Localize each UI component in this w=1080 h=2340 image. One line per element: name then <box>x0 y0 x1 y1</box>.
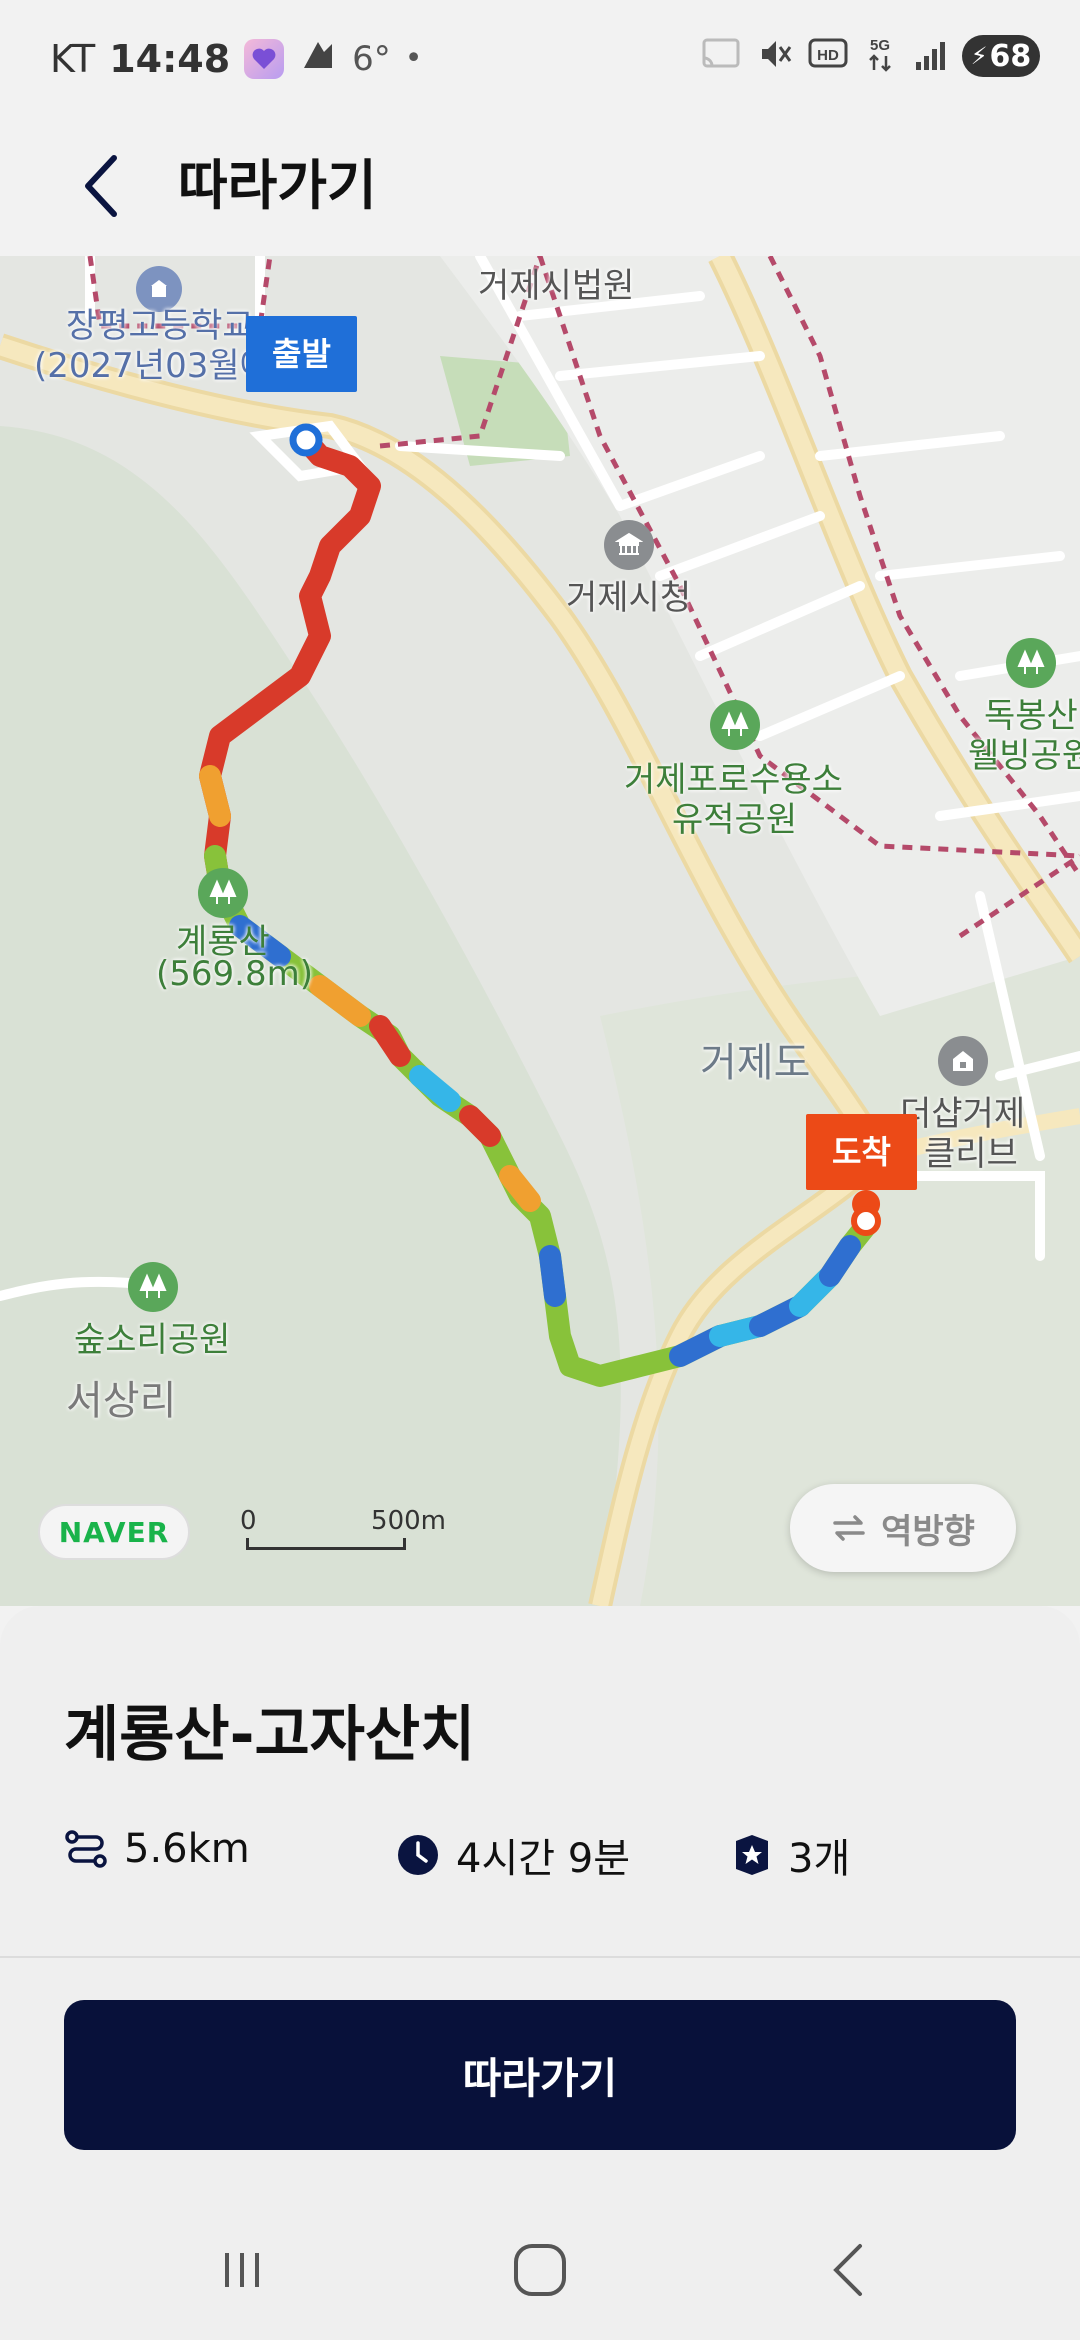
distance-value: 5.6km <box>124 1826 250 1872</box>
route-map[interactable]: 거제시법원 장평고등학교 (2027년03월예 거제시청 거제포로수용소 유적공… <box>0 256 1080 1606</box>
map-label-dokbong-sub: 웰빙공원 <box>968 736 1080 776</box>
mute-icon <box>756 35 794 77</box>
route-icon <box>65 1830 107 1868</box>
cast-icon <box>700 36 742 76</box>
back-button[interactable] <box>60 146 140 226</box>
map-label-hotel-sub: 클리브 <box>924 1134 1018 1174</box>
park-icon <box>710 700 760 750</box>
distance-stat: 5.6km <box>64 1826 250 1872</box>
map-label-city-hall: 거제시청 <box>566 578 692 618</box>
carrier-label: KT <box>50 36 96 81</box>
duration-value: 4시간 9분 <box>456 1836 631 1882</box>
map-label-school-sub: (2027년03월예 <box>34 346 271 386</box>
page-title: 따라가기 <box>178 154 377 217</box>
status-bar: KT 14:48 6° • HD 5G ⚡ 68 <box>0 0 1080 116</box>
chevron-left-icon <box>833 2244 862 2296</box>
building-icon <box>938 1036 988 1086</box>
badge-star-icon <box>736 1835 768 1875</box>
map-label-island: 거제도 <box>700 1040 811 1086</box>
course-stats: 5.6km 4시간 9분 3개 <box>64 1826 1024 1886</box>
app-bar: 따라가기 <box>0 116 1080 256</box>
home-icon <box>514 2244 566 2296</box>
recent-apps-icon <box>225 2253 259 2287</box>
recent-apps-button[interactable] <box>202 2230 282 2310</box>
scale-start-label: 0 <box>240 1506 257 1536</box>
reverse-direction-button[interactable]: 역방향 <box>790 1484 1016 1572</box>
clock-icon <box>398 1835 438 1875</box>
map-label-relic-park-sub: 유적공원 <box>672 800 798 840</box>
reverse-direction-label: 역방향 <box>881 1511 975 1552</box>
divider <box>0 1956 1080 1958</box>
naver-logo: NAVER <box>38 1504 190 1560</box>
swap-arrows-icon <box>833 1515 865 1541</box>
end-flag: 도착 <box>806 1114 917 1190</box>
hd-voice-icon: HD <box>808 36 848 76</box>
battery-indicator: ⚡ 68 <box>962 35 1040 77</box>
chevron-left-icon <box>85 155 117 217</box>
home-button[interactable] <box>500 2230 580 2310</box>
duration-stat: 4시간 9분 <box>396 1826 630 1884</box>
map-label-forest: 숲소리공원 <box>74 1320 231 1360</box>
signal-icon <box>912 36 948 76</box>
temperature: 6° <box>352 38 391 79</box>
follow-button[interactable]: 따라가기 <box>64 2000 1016 2150</box>
start-flag: 출발 <box>246 316 357 392</box>
weather-icon <box>298 34 338 83</box>
5g-icon: 5G <box>862 34 898 78</box>
system-nav-bar <box>0 2200 1080 2340</box>
scale-end-label: 500m <box>371 1506 446 1536</box>
map-scale: 0 500m <box>240 1506 446 1556</box>
charging-icon: ⚡ <box>970 42 988 70</box>
notification-dot: • <box>404 41 423 76</box>
clock: 14:48 <box>109 36 231 81</box>
city-hall-icon <box>604 520 654 570</box>
svg-text:5G: 5G <box>870 37 890 54</box>
checkpoint-count: 3개 <box>788 1836 851 1882</box>
park-icon <box>128 1262 178 1312</box>
battery-level: 68 <box>989 38 1032 74</box>
course-info-sheet: 계룡산-고자산치 5.6km 4시간 9분 3개 따라가기 <box>0 1606 1080 2340</box>
course-title: 계룡산-고자산치 <box>64 1700 476 1770</box>
checkpoint-stat: 3개 <box>732 1826 850 1884</box>
svg-text:HD: HD <box>817 47 839 64</box>
map-label-village: 서상리 <box>66 1378 177 1424</box>
mountain-icon <box>198 868 248 918</box>
map-label-mountain-height: (569.8m) <box>156 954 313 994</box>
health-app-icon <box>244 38 285 79</box>
map-label-court: 거제시법원 <box>478 266 635 306</box>
scale-bar <box>246 1538 406 1550</box>
system-back-button[interactable] <box>808 2230 888 2310</box>
park-icon <box>1006 638 1056 688</box>
